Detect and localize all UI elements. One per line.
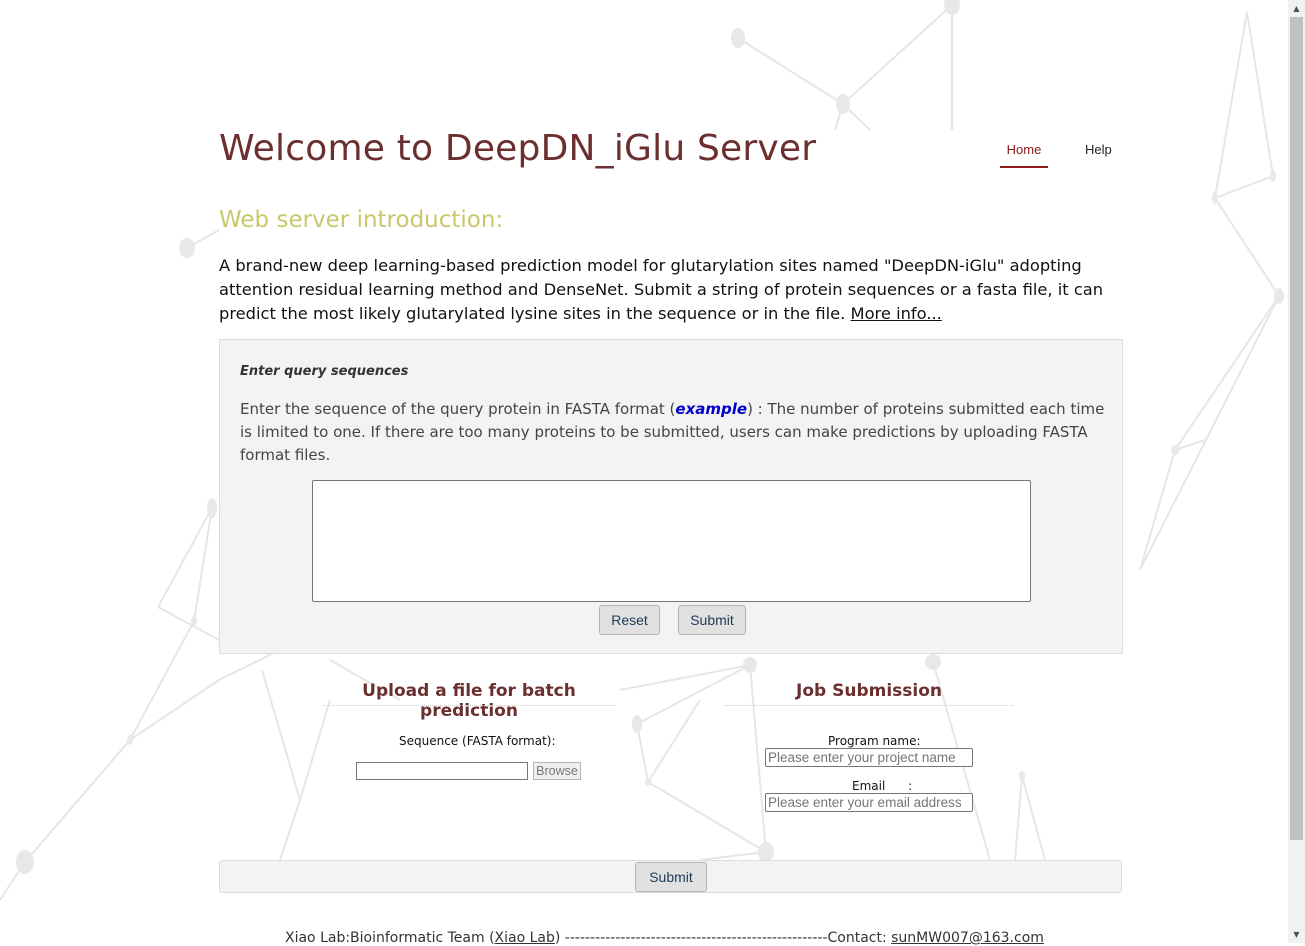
file-path-input[interactable] <box>356 762 528 780</box>
more-info-link[interactable]: More info... <box>851 304 942 323</box>
example-link[interactable]: example <box>675 400 747 418</box>
footer-text-middle: ) --------------------------------------… <box>554 930 892 946</box>
intro-body: A brand-new deep learning-based predicti… <box>219 256 1104 323</box>
vertical-scrollbar[interactable]: ▲ ▼ <box>1288 0 1305 943</box>
page-title: Welcome to DeepDN_iGlu Server <box>219 128 817 169</box>
scrollbar-thumb[interactable] <box>1290 17 1303 840</box>
program-name-input[interactable] <box>765 748 973 767</box>
reset-button[interactable]: Reset <box>599 605 660 635</box>
query-submit-button[interactable]: Submit <box>678 605 746 635</box>
intro-text: A brand-new deep learning-based predicti… <box>219 254 1124 326</box>
nav-help-link[interactable]: Help <box>1085 140 1112 166</box>
page-container: Welcome to DeepDN_iGlu Server Home Help … <box>0 0 1288 946</box>
browse-button[interactable]: Browse <box>533 762 581 780</box>
email-input[interactable] <box>765 793 973 812</box>
footer: Xiao Lab:Bioinformatic Team (Xiao Lab) -… <box>285 930 1044 946</box>
footer-lab-link[interactable]: Xiao Lab <box>495 930 555 946</box>
job-section-title: Job Submission <box>796 681 942 701</box>
sequence-file-label: Sequence (FASTA format): <box>399 734 556 748</box>
email-label: Email : <box>852 779 913 793</box>
batch-submit-button[interactable]: Submit <box>635 862 707 892</box>
program-name-label: Program name: <box>828 734 921 748</box>
scroll-up-arrow-icon[interactable]: ▲ <box>1288 0 1305 17</box>
sequence-textarea[interactable] <box>312 480 1031 602</box>
query-description: Enter the sequence of the query protein … <box>240 398 1110 467</box>
scroll-down-arrow-icon[interactable]: ▼ <box>1288 926 1305 943</box>
query-desc-before: Enter the sequence of the query protein … <box>240 400 676 418</box>
upload-divider <box>323 705 615 706</box>
footer-text-before: Xiao Lab:Bioinformatic Team ( <box>285 930 495 946</box>
query-label: Enter query sequences <box>240 364 409 379</box>
upload-section-title: Upload a file for batch prediction <box>362 681 576 721</box>
intro-heading: Web server introduction: <box>219 207 504 233</box>
job-divider <box>724 705 1014 706</box>
nav-home-link[interactable]: Home <box>1000 140 1048 168</box>
query-panel: Enter query sequences Enter the sequence… <box>219 339 1123 654</box>
footer-email-link[interactable]: sunMW007@163.com <box>891 930 1044 946</box>
